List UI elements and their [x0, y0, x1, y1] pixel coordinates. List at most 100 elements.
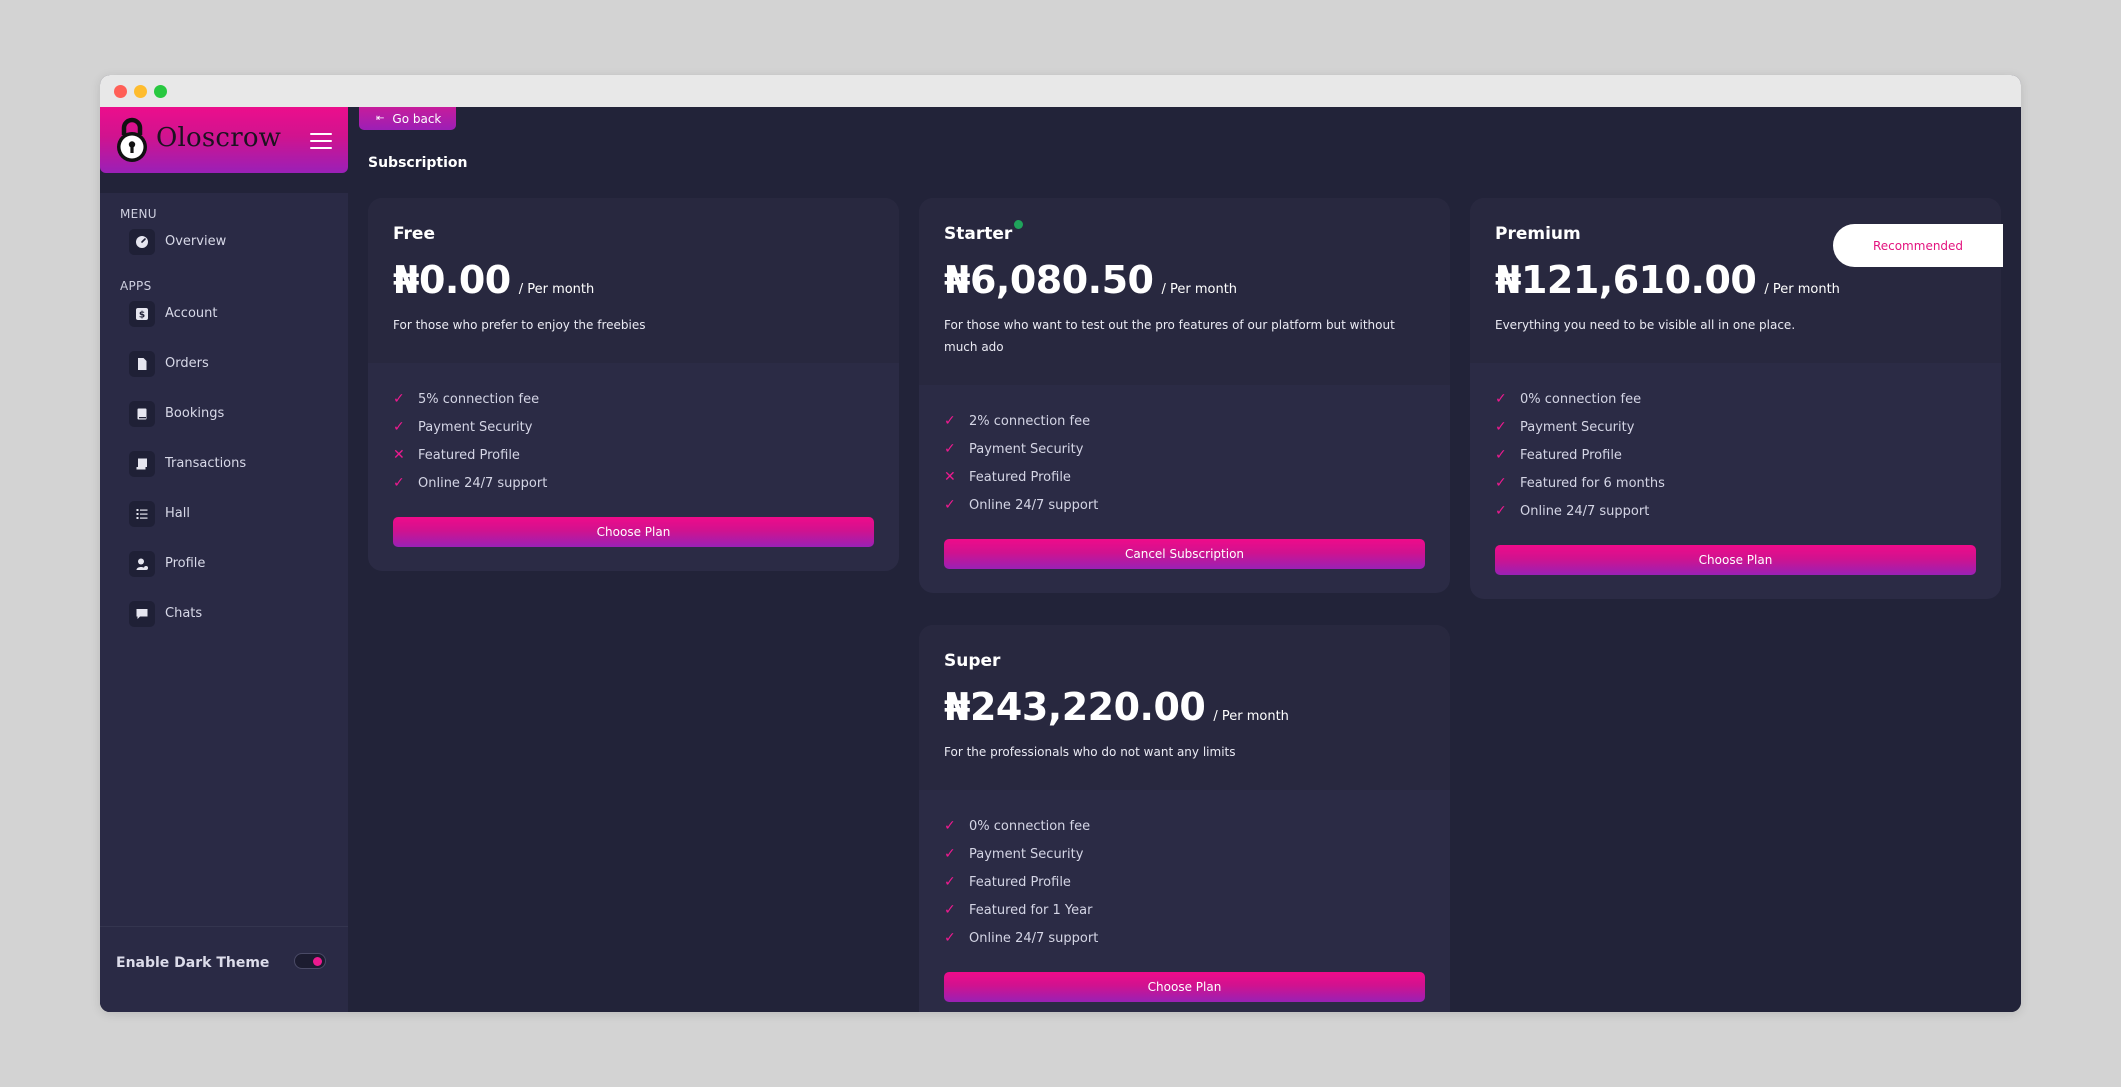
check-icon: ✓ [944, 902, 956, 918]
sidebar-item-bookings[interactable]: Bookings [129, 399, 329, 429]
plan-features: ✓ 0% connection fee ✓ Payment Security ✓ Fe… [919, 790, 1450, 1012]
plan-card-header: Free ₦0.00 / Per month For those who pref… [368, 198, 899, 363]
apps-section-label: APPS [120, 279, 152, 293]
feature-text: Payment Security [1520, 419, 1635, 435]
feature-item: ✓ 0% connection fee [1495, 385, 1976, 413]
menu-section-label: MENU [120, 207, 157, 221]
feature-item: ✓ Online 24/7 support [944, 491, 1425, 519]
plan-period: / Per month [518, 282, 595, 297]
file-icon [129, 351, 155, 377]
feature-item: ✓ Featured Profile [944, 868, 1425, 896]
feature-text: Online 24/7 support [1520, 503, 1650, 519]
sidebar-item-account[interactable]: $ Account [129, 299, 329, 329]
check-icon: ✓ [393, 419, 405, 435]
plan-features: ✓ 2% connection fee ✓ Payment Security ✕ Fe… [919, 385, 1450, 593]
feature-text: Featured Profile [1520, 447, 1622, 463]
feature-item: ✓ 5% connection fee [393, 385, 874, 413]
feature-text: Payment Security [969, 441, 1084, 457]
feature-item: ✓ Payment Security [1495, 413, 1976, 441]
plan-description: For those who prefer to enjoy the freebi… [393, 318, 646, 332]
check-icon: ✓ [393, 475, 405, 491]
sidebar-item-label: Transactions [165, 456, 247, 471]
plan-card-header: Starter ₦6,080.50 / Per month For those w… [919, 198, 1450, 385]
go-back-label: Go back [392, 111, 442, 126]
plan-price: ₦6,080.50 [944, 258, 1154, 302]
feature-text: 0% connection fee [1520, 391, 1642, 407]
feature-item: ✓ Payment Security [944, 840, 1425, 868]
cancel-subscription-button[interactable]: Cancel Subscription [944, 539, 1425, 569]
close-window-button[interactable] [114, 85, 127, 98]
feature-item: ✕ Featured Profile [944, 463, 1425, 491]
sidebar-divider [100, 926, 348, 927]
page-title: Subscription [368, 155, 468, 171]
choose-plan-button[interactable]: Choose Plan [393, 517, 874, 547]
feature-text: Featured Profile [969, 469, 1071, 485]
feature-text: Featured for 6 months [1520, 475, 1665, 491]
dark-theme-toggle[interactable] [294, 953, 326, 969]
feature-item: ✕ Featured Profile [393, 441, 874, 469]
feature-item: ✓ 2% connection fee [944, 407, 1425, 435]
minimize-window-button[interactable] [134, 85, 147, 98]
chat-icon [129, 601, 155, 627]
sidebar-item-label: Profile [165, 556, 206, 571]
sidebar-item-label: Account [165, 306, 218, 321]
brand-header: Oloscrow [100, 107, 348, 173]
plan-card-header: Premium ₦121,610.00 / Per month Everythin… [1470, 198, 2001, 363]
check-icon: ✓ [944, 441, 956, 457]
cross-icon: ✕ [393, 447, 405, 463]
plan-period: / Per month [1213, 709, 1289, 724]
sidebar-item-label: Orders [165, 356, 209, 371]
feature-text: Featured Profile [418, 447, 520, 463]
book-icon [129, 401, 155, 427]
feature-item: ✓ Featured for 6 months [1495, 469, 1976, 497]
feature-item: ✓ Payment Security [393, 413, 874, 441]
back-arrow-icon: ⇤ [376, 113, 385, 124]
plan-name-text: Starter [944, 224, 1013, 244]
app-root: MENU Overview APPS $ Account Orders Book… [100, 107, 2021, 1012]
plan-card-header: Super ₦243,220.00 / Per month For the pro… [919, 625, 1450, 790]
active-status-dot [1014, 220, 1024, 229]
sidebar-item-hall[interactable]: Hall [129, 499, 329, 529]
dark-theme-label: Enable Dark Theme [116, 955, 270, 971]
user-icon [129, 551, 155, 577]
choose-plan-button[interactable]: Choose Plan [944, 972, 1425, 1002]
plan-name: Starter [944, 220, 1024, 244]
check-icon: ✓ [944, 846, 956, 862]
feature-item: ✓ Featured Profile [1495, 441, 1976, 469]
go-back-button[interactable]: ⇤ Go back [359, 107, 456, 130]
hamburger-menu-icon[interactable] [310, 133, 332, 149]
plan-name: Free [393, 224, 435, 244]
svg-text:$: $ [139, 311, 145, 321]
check-icon: ✓ [944, 930, 956, 946]
sidebar-item-transactions[interactable]: Transactions [129, 449, 329, 479]
sidebar-item-orders[interactable]: Orders [129, 349, 329, 379]
plan-description: For the professionals who do not want an… [944, 745, 1236, 759]
app-name: Oloscrow [156, 123, 282, 153]
feature-text: Payment Security [418, 419, 533, 435]
sidebar-item-label: Bookings [165, 406, 225, 421]
recommended-badge: Recommended [1833, 224, 2003, 267]
choose-plan-button[interactable]: Choose Plan [1495, 545, 1976, 575]
check-icon: ✓ [1495, 503, 1507, 519]
sidebar-item-label: Chats [165, 606, 203, 621]
sidebar-item-overview[interactable]: Overview [129, 227, 329, 257]
check-icon: ✓ [393, 391, 405, 407]
check-icon: ✓ [944, 497, 956, 513]
check-icon: ✓ [944, 413, 956, 429]
price-row: ₦6,080.50 / Per month [944, 258, 1425, 302]
check-icon: ✓ [944, 818, 956, 834]
feature-text: Online 24/7 support [418, 475, 548, 491]
plan-features: ✓ 5% connection fee ✓ Payment Security ✕ Fe… [368, 363, 899, 571]
sidebar-item-profile[interactable]: Profile [129, 549, 329, 579]
feature-item: ✓ Online 24/7 support [1495, 497, 1976, 525]
check-icon: ✓ [944, 874, 956, 890]
feature-text: Online 24/7 support [969, 497, 1099, 513]
plan-name: Super [944, 651, 1001, 671]
plan-features: ✓ 0% connection fee ✓ Payment Security ✓ Fe… [1470, 363, 2001, 599]
sidebar-item-chats[interactable]: Chats [129, 599, 329, 629]
feature-text: Online 24/7 support [969, 930, 1099, 946]
maximize-window-button[interactable] [154, 85, 167, 98]
sidebar-item-label: Overview [165, 234, 227, 249]
gauge-icon [129, 229, 155, 255]
window-titlebar [100, 75, 2021, 107]
